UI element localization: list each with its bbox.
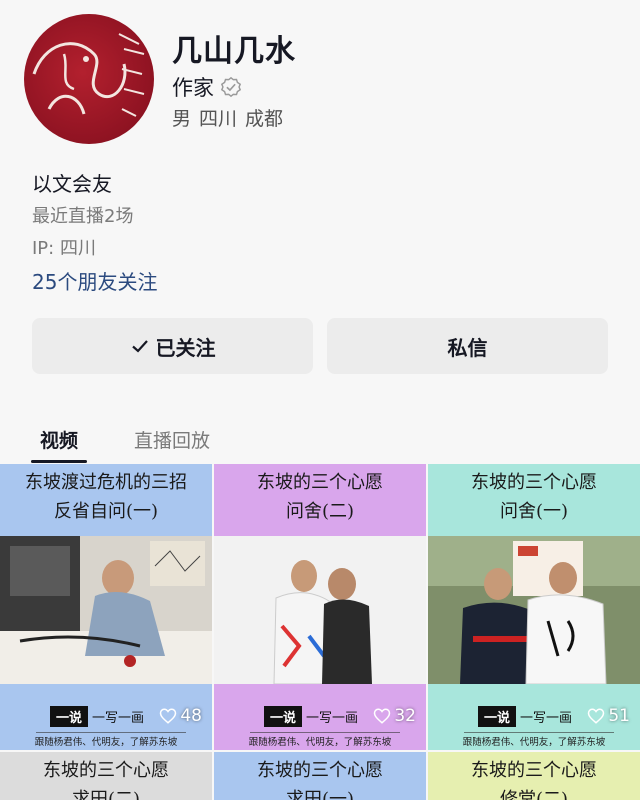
like-count: 32 bbox=[373, 706, 416, 726]
message-button[interactable]: 私信 bbox=[327, 318, 608, 374]
video-title-line1: 东坡的三个心愿 bbox=[43, 760, 169, 781]
friends-following-link[interactable]: 25个朋友关注 bbox=[32, 266, 157, 295]
tab-live-replay[interactable]: 直播回放 bbox=[134, 426, 210, 453]
live-count: 最近直播2场 bbox=[32, 206, 134, 227]
heart-icon bbox=[588, 708, 605, 724]
video-title-line1: 东坡渡过危机的三招 bbox=[25, 472, 187, 493]
video-card[interactable]: 东坡的三个心愿 问舍(一) 一说 一写一画 跟随杨君伟、代明友，了解苏东坡 51 bbox=[428, 464, 640, 750]
video-title-line2: 问舍(一) bbox=[499, 501, 569, 522]
profile-tabs: 视频 直播回放 bbox=[0, 414, 640, 464]
followed-button[interactable]: 已关注 bbox=[32, 318, 313, 374]
role-label: 作家 bbox=[172, 76, 214, 100]
video-card[interactable]: 东坡的三个心愿 求田(一) bbox=[214, 752, 426, 800]
video-thumbnail bbox=[214, 536, 426, 684]
profile-bio: 以文会友 bbox=[32, 172, 112, 196]
city: 成都 bbox=[245, 108, 284, 130]
heart-icon bbox=[374, 708, 391, 724]
tagline-rest: 一写一画 bbox=[306, 711, 359, 726]
video-card[interactable]: 东坡的三个心愿 求田(二) bbox=[0, 752, 212, 800]
video-title-line2: 问舍(二) bbox=[285, 501, 355, 522]
video-title-line1: 东坡的三个心愿 bbox=[471, 472, 597, 493]
tagline: 一说 一写一画 bbox=[264, 706, 358, 727]
video-title-line2: 求田(二) bbox=[71, 789, 141, 800]
tagline-rest: 一写一画 bbox=[92, 711, 145, 726]
profile-name: 几山几水 bbox=[172, 34, 296, 69]
video-title-line1: 东坡的三个心愿 bbox=[471, 760, 597, 781]
tagline-box: 一说 bbox=[50, 706, 89, 727]
like-number: 51 bbox=[608, 706, 630, 726]
followed-label: 已关注 bbox=[155, 335, 216, 360]
video-title-panel: 东坡的三个心愿 问舍(一) bbox=[428, 464, 640, 536]
tagline-rest: 一写一画 bbox=[520, 711, 573, 726]
video-card[interactable]: 东坡的三个心愿 问舍(二) 一说 一写一画 跟随杨君伟、代明友，了解苏东坡 32 bbox=[214, 464, 426, 750]
ip-location: IP: 四川 bbox=[32, 238, 96, 259]
video-title-line1: 东坡的三个心愿 bbox=[257, 760, 383, 781]
video-footer: 一说 一写一画 跟随杨君伟、代明友，了解苏东坡 48 bbox=[0, 684, 212, 750]
video-subtitle: 跟随杨君伟、代明友，了解苏东坡 bbox=[248, 737, 392, 748]
tagline: 一说 一写一画 bbox=[478, 706, 572, 727]
video-grid: 东坡渡过危机的三招 反省自问(一) 一说 一写一画 跟随杨君伟、代明友，了解苏东… bbox=[0, 464, 640, 800]
video-card[interactable]: 东坡渡过危机的三招 反省自问(一) 一说 一写一画 跟随杨君伟、代明友，了解苏东… bbox=[0, 464, 212, 750]
profile-role: 作家 bbox=[172, 72, 242, 102]
video-thumbnail bbox=[428, 536, 640, 684]
tagline-box: 一说 bbox=[478, 706, 517, 727]
video-title-line1: 东坡的三个心愿 bbox=[257, 472, 383, 493]
message-label: 私信 bbox=[447, 335, 488, 360]
like-count: 48 bbox=[159, 706, 202, 726]
tagline: 一说 一写一画 bbox=[50, 706, 144, 727]
verified-badge-icon bbox=[220, 76, 242, 98]
video-title-panel: 东坡渡过危机的三招 反省自问(一) bbox=[0, 464, 212, 536]
active-tab-indicator bbox=[31, 460, 87, 463]
check-icon bbox=[131, 340, 148, 353]
video-footer: 一说 一写一画 跟随杨君伟、代明友，了解苏东坡 32 bbox=[214, 684, 426, 750]
footer-divider bbox=[36, 732, 186, 733]
gender: 男 bbox=[172, 108, 192, 130]
tagline-box: 一说 bbox=[264, 706, 303, 727]
avatar[interactable] bbox=[24, 14, 154, 144]
footer-divider bbox=[250, 732, 400, 733]
footer-divider bbox=[464, 732, 614, 733]
like-count: 51 bbox=[587, 706, 630, 726]
video-title-line2: 求田(一) bbox=[285, 789, 355, 800]
video-title-line2: 修堂(二) bbox=[499, 789, 569, 800]
like-number: 48 bbox=[180, 706, 202, 726]
video-subtitle: 跟随杨君伟、代明友，了解苏东坡 bbox=[34, 737, 178, 748]
heart-icon bbox=[160, 708, 177, 724]
video-title-line2: 反省自问(一) bbox=[53, 501, 159, 522]
like-number: 32 bbox=[394, 706, 416, 726]
video-subtitle: 跟随杨君伟、代明友，了解苏东坡 bbox=[462, 737, 606, 748]
profile-meta: 男 四川 成都 bbox=[172, 104, 283, 131]
video-card[interactable]: 东坡的三个心愿 修堂(二) bbox=[428, 752, 640, 800]
video-title-panel: 东坡的三个心愿 问舍(二) bbox=[214, 464, 426, 536]
video-thumbnail bbox=[0, 536, 212, 684]
province: 四川 bbox=[199, 108, 238, 130]
tab-videos[interactable]: 视频 bbox=[40, 426, 78, 453]
video-footer: 一说 一写一画 跟随杨君伟、代明友，了解苏东坡 51 bbox=[428, 684, 640, 750]
